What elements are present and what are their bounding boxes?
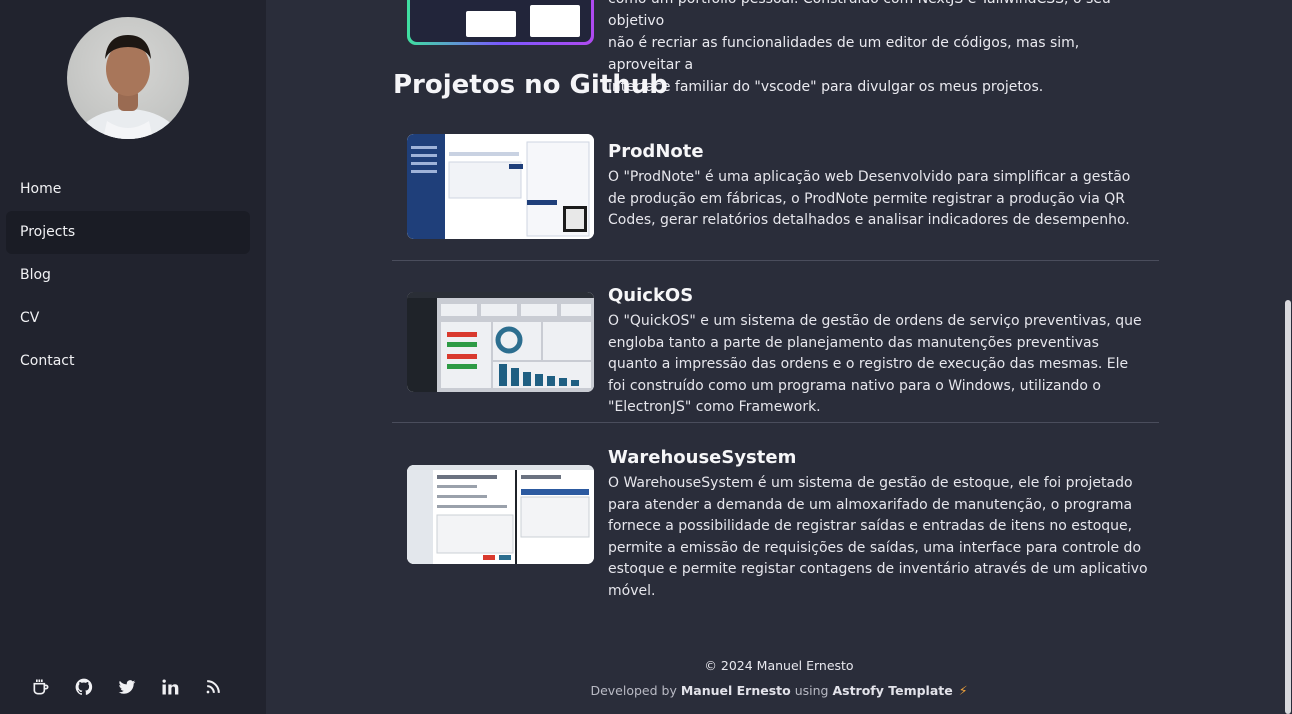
previous-project-description: como um portfolio pessoal. Construído co… bbox=[608, 0, 1148, 98]
project-title[interactable]: WarehouseSystem bbox=[608, 447, 796, 468]
coffee-icon[interactable] bbox=[31, 677, 53, 699]
section-title: Projetos no Github bbox=[393, 70, 668, 100]
scrollbar[interactable] bbox=[1283, 0, 1292, 714]
avatar bbox=[67, 17, 189, 139]
footer-using: using bbox=[794, 683, 829, 698]
main-content: como um portfolio pessoal. Construído co… bbox=[266, 0, 1292, 714]
project-title[interactable]: QuickOS bbox=[608, 285, 693, 306]
nav-item-blog[interactable]: Blog bbox=[6, 254, 250, 297]
github-icon[interactable] bbox=[74, 677, 96, 699]
sidebar-nav: Home Projects Blog CV Contact bbox=[6, 168, 250, 383]
nav-item-contact[interactable]: Contact bbox=[6, 340, 250, 383]
twitter-icon[interactable] bbox=[117, 677, 139, 699]
prodnote-thumbnail[interactable] bbox=[407, 134, 594, 239]
project-description: O "QuickOS" e um sistema de gestão de or… bbox=[608, 313, 1142, 416]
nav-item-home[interactable]: Home bbox=[6, 168, 250, 211]
project-title[interactable]: ProdNote bbox=[608, 141, 704, 162]
portfolio-project-thumbnail[interactable] bbox=[407, 0, 594, 45]
footer-copyright: © 2024 Manuel Ernesto bbox=[704, 658, 854, 673]
description-line: interface familiar do "vscode" para divu… bbox=[608, 79, 1044, 95]
quickos-thumbnail[interactable] bbox=[407, 292, 594, 392]
footer-credits: Developed by Manuel Ernesto using Astrof… bbox=[266, 683, 1292, 698]
footer-template-link[interactable]: Astrofy Template bbox=[832, 683, 952, 698]
bolt-icon: ⚡ bbox=[958, 683, 968, 698]
rss-icon[interactable] bbox=[203, 677, 225, 699]
project-description: O WarehouseSystem é um sistema de gestão… bbox=[608, 475, 1148, 599]
description-line: como um portfolio pessoal. Construído co… bbox=[608, 0, 1111, 29]
scrollbar-thumb[interactable] bbox=[1285, 300, 1291, 714]
sidebar: Home Projects Blog CV Contact bbox=[0, 0, 266, 714]
warehousesystem-thumbnail[interactable] bbox=[407, 465, 594, 564]
linkedin-icon[interactable] bbox=[160, 677, 182, 699]
nav-item-cv[interactable]: CV bbox=[6, 297, 250, 340]
project-description: O "ProdNote" é uma aplicação web Desenvo… bbox=[608, 169, 1131, 229]
divider bbox=[392, 260, 1159, 261]
social-links bbox=[0, 677, 266, 701]
nav-item-projects[interactable]: Projects bbox=[6, 211, 250, 254]
description-line: não é recriar as funcionalidades de um e… bbox=[608, 35, 1080, 73]
footer-developed-by: Developed by bbox=[590, 683, 677, 698]
footer-author-link[interactable]: Manuel Ernesto bbox=[681, 683, 791, 698]
divider bbox=[392, 422, 1159, 423]
